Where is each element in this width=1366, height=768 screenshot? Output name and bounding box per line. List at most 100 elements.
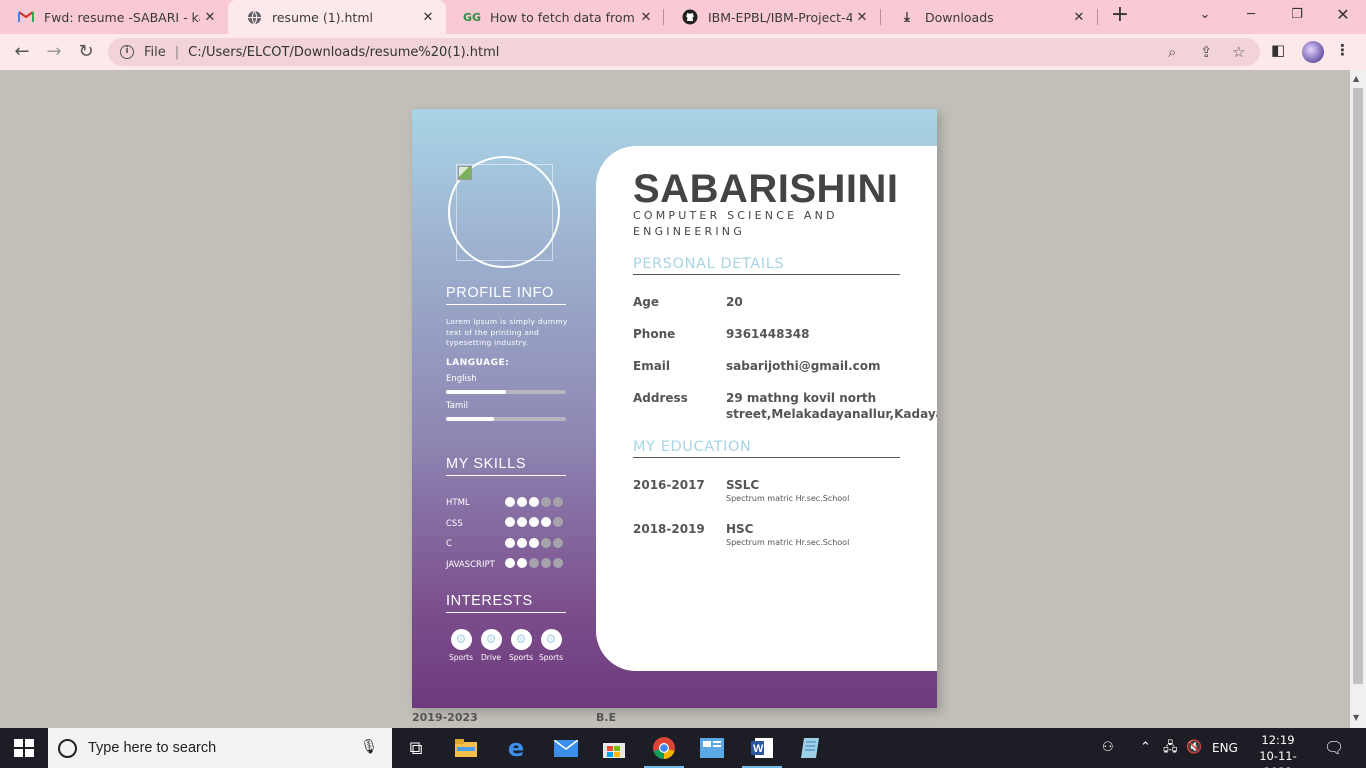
tab-localstorage[interactable]: GG How to fetch data from localStorage ✕: [446, 0, 664, 34]
window-close-button[interactable]: ✕: [1320, 0, 1366, 30]
new-tab-button[interactable]: +: [1108, 4, 1132, 28]
skills-heading: MY SKILLS: [446, 456, 566, 476]
clock[interactable]: 12:19 10-11-2022: [1250, 732, 1306, 768]
file-explorer-icon[interactable]: [452, 734, 480, 762]
rating-dot: [517, 517, 527, 527]
main-content-card: SABARISHINI COMPUTER SCIENCE AND ENGINEE…: [596, 146, 937, 671]
zoom-icon[interactable]: ⌕: [1168, 43, 1176, 61]
share-icon[interactable]: ⇪: [1200, 43, 1213, 61]
email-label: Email: [633, 359, 671, 373]
site-info-icon[interactable]: i: [120, 45, 134, 59]
rating-dot: [529, 517, 539, 527]
phone-value: 9361448348: [726, 327, 810, 341]
email-value: sabarijothi@gmail.com: [726, 359, 881, 373]
rating-dot: [541, 538, 551, 548]
reload-icon[interactable]: ↻: [74, 41, 98, 63]
rating-dot: [541, 497, 551, 507]
interest-item: ⚙ Sports: [449, 629, 473, 662]
language-tamil-bar: [446, 417, 566, 421]
scrollbar-thumb[interactable]: [1353, 88, 1363, 684]
cortana-icon: [58, 738, 77, 758]
bookmark-star-icon[interactable]: ☆: [1232, 43, 1245, 61]
restore-button[interactable]: ❐: [1274, 0, 1320, 30]
windows-start-icon[interactable]: [14, 739, 34, 757]
chrome-icon[interactable]: [644, 734, 684, 768]
gmail-icon: [18, 9, 34, 25]
close-icon[interactable]: ✕: [852, 10, 872, 25]
mail-icon[interactable]: [552, 734, 580, 762]
tab-downloads[interactable]: ⤓ Downloads ✕: [881, 0, 1097, 34]
interest-item: ⚙ Sports: [509, 629, 533, 662]
gear-icon: ⚙: [540, 629, 562, 650]
minimize-button[interactable]: ─: [1228, 0, 1274, 30]
vertical-scrollbar[interactable]: ▲ ▼: [1350, 70, 1366, 728]
control-panel-icon[interactable]: [698, 734, 726, 762]
taskbar: Type here to search 🎙 ⧉ e W ⚇ ⌃ 🖧 🔇 ENG …: [0, 728, 1366, 768]
close-icon[interactable]: ✕: [636, 10, 656, 25]
toolbar: ← → ↻ i File | C:/Users/ELCOT/Downloads/…: [0, 34, 1366, 70]
github-icon: [682, 9, 698, 25]
language-english-fill: [446, 390, 506, 394]
language-english-label: English: [446, 374, 477, 384]
age-label: Age: [633, 295, 660, 309]
language-indicator[interactable]: ENG: [1212, 728, 1238, 768]
phone-label: Phone: [633, 327, 676, 341]
tab-title: How to fetch data from localStorage: [490, 9, 636, 25]
microphone-icon[interactable]: 🎙: [360, 739, 378, 755]
network-icon[interactable]: 🖧: [1163, 728, 1178, 768]
volume-muted-icon[interactable]: 🔇: [1186, 728, 1202, 768]
url-text[interactable]: C:/Users/ELCOT/Downloads/resume%20(1).ht…: [188, 45, 499, 60]
profile-text: Lorem Ipsum is simply dummy text of the …: [446, 317, 568, 347]
skill-javascript-rating: [505, 558, 563, 568]
tab-search-chevron-icon[interactable]: ⌄: [1182, 0, 1228, 30]
store-icon[interactable]: [600, 734, 628, 762]
tab-gmail[interactable]: Fwd: resume -SABARI - kaviya ✕: [0, 0, 228, 34]
scroll-down-icon[interactable]: ▼: [1353, 713, 1359, 722]
personal-details-heading: PERSONAL DETAILS: [633, 256, 900, 275]
interest-item: ⚙ Sports: [539, 629, 563, 662]
scheme-label: File: [144, 44, 166, 60]
rating-dot: [553, 517, 563, 527]
edge-browser-icon[interactable]: e: [502, 734, 530, 762]
task-view-icon[interactable]: ⧉: [402, 734, 430, 762]
profile-avatar[interactable]: [1302, 41, 1324, 63]
close-icon[interactable]: ✕: [1069, 10, 1089, 25]
education-school: Spectrum matric Hr.sec.School: [726, 538, 850, 547]
close-icon[interactable]: ✕: [200, 10, 220, 25]
notification-icon[interactable]: 🗨: [1324, 728, 1344, 768]
education-overflow-years: 2019-2023: [412, 711, 478, 724]
address-bar[interactable]: i File | C:/Users/ELCOT/Downloads/resume…: [108, 38, 1260, 66]
rating-dot: [505, 558, 515, 568]
svg-text:W: W: [753, 743, 764, 755]
skill-javascript-label: JAVASCRIPT: [446, 560, 495, 570]
education-years: 2016-2017: [633, 478, 705, 492]
side-panel-icon[interactable]: ◧: [1271, 41, 1285, 59]
education-degree: HSC: [726, 522, 754, 536]
rating-dot: [529, 558, 539, 568]
download-icon: ⤓: [904, 9, 910, 25]
menu-kebab-icon[interactable]: ⋮: [1335, 41, 1350, 59]
chevron-up-icon[interactable]: ⌃: [1140, 728, 1151, 768]
search-placeholder: Type here to search: [88, 740, 217, 756]
tab-github[interactable]: IBM-EPBL/IBM-Project-48155 ✕: [664, 0, 880, 34]
word-icon[interactable]: W: [742, 734, 782, 768]
tab-strip: Fwd: resume -SABARI - kaviya ✕ resume (1…: [0, 0, 1366, 34]
scroll-up-icon[interactable]: ▲: [1353, 74, 1359, 83]
people-icon[interactable]: ⚇: [1102, 728, 1114, 768]
close-icon[interactable]: ✕: [418, 10, 438, 25]
tab-resume[interactable]: resume (1).html ✕: [228, 0, 446, 34]
education-degree: SSLC: [726, 478, 760, 492]
rating-dot: [505, 538, 515, 548]
education-school: Spectrum matric Hr.sec.School: [726, 494, 850, 503]
skill-html-rating: [505, 497, 563, 507]
back-arrow-icon[interactable]: ←: [10, 41, 34, 63]
rating-dot: [517, 497, 527, 507]
rating-dot: [505, 497, 515, 507]
notepad-icon[interactable]: [796, 734, 824, 762]
taskbar-search[interactable]: Type here to search 🎙: [48, 728, 392, 768]
language-tamil-fill: [446, 417, 494, 421]
person-name: SABARISHINI: [633, 167, 899, 211]
forward-arrow-icon[interactable]: →: [42, 41, 66, 63]
tab-divider: [1097, 9, 1098, 25]
rating-dot: [517, 558, 527, 568]
